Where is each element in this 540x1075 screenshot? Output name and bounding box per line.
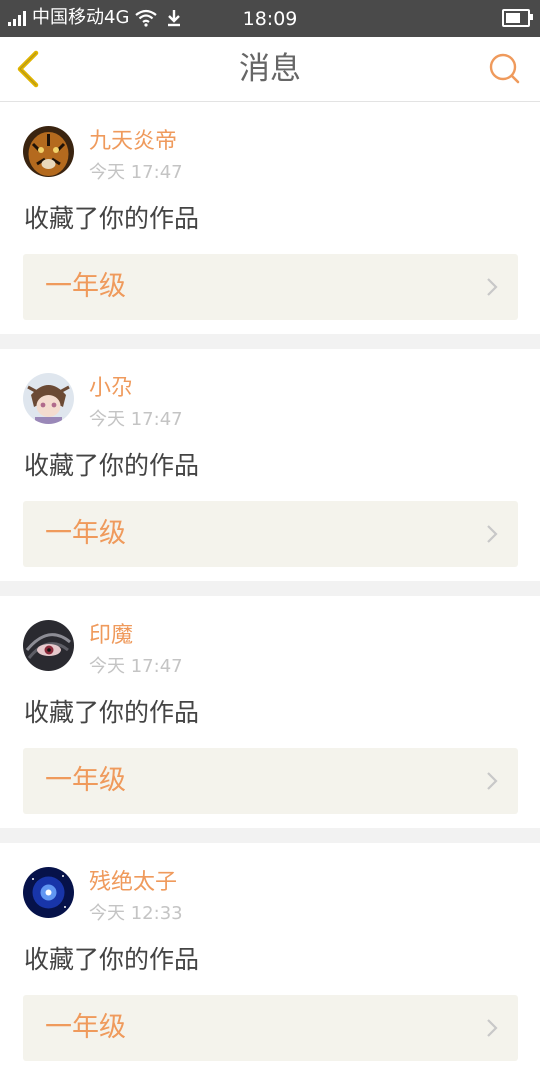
chevron-right-icon — [487, 525, 498, 543]
status-time: 18:09 — [242, 8, 298, 30]
user-name[interactable]: 印魔 — [89, 622, 133, 650]
action-text: 收藏了你的作品 — [24, 451, 200, 480]
work-title: 一年级 — [45, 518, 126, 549]
message-card: 小尕 今天 17:47 收藏了你的作品 一年级 — [0, 349, 540, 581]
chevron-right-icon — [487, 1019, 498, 1037]
eye-avatar-icon[interactable] — [23, 620, 74, 671]
work-link[interactable]: 一年级 — [23, 995, 518, 1061]
chevron-right-icon — [487, 278, 498, 296]
page-title: 消息 — [239, 51, 301, 87]
message-time: 今天 17:47 — [89, 656, 183, 677]
message-time: 今天 17:47 — [89, 162, 183, 183]
user-name[interactable]: 残绝太子 — [89, 869, 177, 897]
battery-level — [506, 13, 520, 23]
search-icon[interactable] — [488, 52, 522, 86]
action-text: 收藏了你的作品 — [24, 698, 200, 727]
work-link[interactable]: 一年级 — [23, 254, 518, 320]
message-card: 印魔 今天 17:47 收藏了你的作品 一年级 — [0, 596, 540, 828]
battery-icon — [502, 9, 533, 27]
message-card: 残绝太子 今天 12:33 收藏了你的作品 一年级 — [0, 843, 540, 1075]
nav-bar: 消息 — [0, 37, 540, 102]
work-title: 一年级 — [45, 271, 126, 302]
user-name[interactable]: 小尕 — [89, 375, 133, 403]
message-time: 今天 12:33 — [89, 903, 183, 924]
work-title: 一年级 — [45, 765, 126, 796]
galaxy-avatar-icon[interactable] — [23, 867, 74, 918]
work-link[interactable]: 一年级 — [23, 501, 518, 567]
message-card: 九天炎帝 今天 17:47 收藏了你的作品 一年级 — [0, 102, 540, 334]
action-text: 收藏了你的作品 — [24, 945, 200, 974]
user-name[interactable]: 九天炎帝 — [89, 128, 177, 156]
status-bar: 中国移动4G 18:09 — [0, 0, 540, 37]
work-link[interactable]: 一年级 — [23, 748, 518, 814]
chevron-right-icon — [487, 772, 498, 790]
action-text: 收藏了你的作品 — [24, 204, 200, 233]
work-title: 一年级 — [45, 1012, 126, 1043]
tiger-avatar-icon[interactable] — [23, 126, 74, 177]
message-time: 今天 17:47 — [89, 409, 183, 430]
anime-girl-avatar-icon[interactable] — [23, 373, 74, 424]
